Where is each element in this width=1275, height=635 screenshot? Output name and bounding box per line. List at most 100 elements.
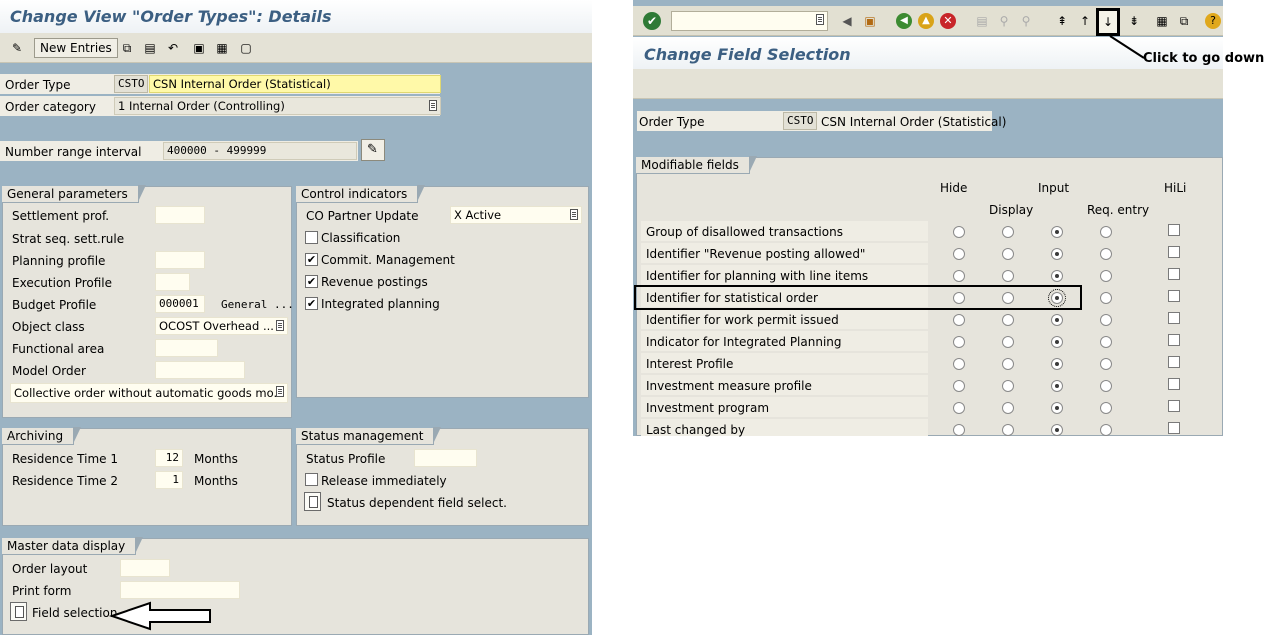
status-profile-field[interactable] bbox=[414, 449, 477, 467]
input-radio[interactable] bbox=[1051, 248, 1063, 260]
new-entries-button[interactable]: New Entries bbox=[34, 38, 118, 58]
order-category-field[interactable]: 1 Internal Order (Controlling) bbox=[114, 97, 441, 115]
functional-area-field[interactable] bbox=[155, 339, 218, 357]
hili-checkbox[interactable] bbox=[1168, 290, 1180, 302]
display-radio[interactable] bbox=[1002, 226, 1014, 238]
hide-radio[interactable] bbox=[953, 226, 965, 238]
hili-checkbox[interactable] bbox=[1168, 334, 1180, 346]
model-order-field[interactable] bbox=[155, 361, 245, 379]
display-change-icon[interactable]: ✎ bbox=[8, 39, 26, 57]
hili-checkbox[interactable] bbox=[1168, 378, 1180, 390]
exit-icon[interactable]: ▲ bbox=[918, 13, 934, 29]
cancel-icon[interactable]: ✕ bbox=[940, 13, 956, 29]
req-entry-radio[interactable] bbox=[1100, 248, 1112, 260]
hide-radio[interactable] bbox=[953, 248, 965, 260]
input-radio[interactable] bbox=[1051, 380, 1063, 392]
display-radio[interactable] bbox=[1002, 314, 1014, 326]
input-radio[interactable] bbox=[1051, 358, 1063, 370]
object-class-field[interactable]: OCOST Overhead ... bbox=[155, 317, 288, 335]
classification-checkbox[interactable] bbox=[305, 231, 318, 244]
execution-profile-field[interactable] bbox=[155, 273, 190, 291]
hide-radio[interactable] bbox=[953, 336, 965, 348]
save-icon[interactable]: ▣ bbox=[861, 12, 879, 30]
settlement-prof-field[interactable] bbox=[155, 206, 205, 224]
select-all-icon[interactable]: ▣ bbox=[190, 39, 208, 57]
hili-checkbox[interactable] bbox=[1168, 224, 1180, 236]
req-entry-radio[interactable] bbox=[1100, 314, 1112, 326]
first-page-icon[interactable]: ⇞ bbox=[1053, 12, 1071, 30]
req-entry-radio[interactable] bbox=[1100, 270, 1112, 282]
hili-checkbox[interactable] bbox=[1168, 312, 1180, 324]
hili-checkbox[interactable] bbox=[1168, 268, 1180, 280]
create-session-icon[interactable]: ▦ bbox=[1153, 12, 1171, 30]
hili-checkbox[interactable] bbox=[1168, 246, 1180, 258]
value-help-icon[interactable] bbox=[276, 320, 284, 331]
back-icon[interactable]: ◀ bbox=[896, 13, 912, 29]
undo-change-icon[interactable]: ↶ bbox=[164, 39, 182, 57]
input-radio[interactable] bbox=[1051, 424, 1063, 436]
residence-time-1-field[interactable]: 12 bbox=[155, 449, 183, 467]
revenue-postings-checkbox[interactable]: ✔ bbox=[305, 275, 318, 288]
field-selection-label[interactable]: Field selection bbox=[32, 605, 117, 621]
display-radio[interactable] bbox=[1002, 380, 1014, 392]
order-type-text[interactable]: CSN Internal Order (Statistical) bbox=[149, 75, 441, 93]
co-partner-field[interactable]: X Active bbox=[450, 206, 582, 224]
find-icon[interactable]: ⚲ bbox=[995, 12, 1013, 30]
hide-radio[interactable] bbox=[953, 402, 965, 414]
value-help-icon[interactable] bbox=[429, 100, 437, 111]
display-radio[interactable] bbox=[1002, 424, 1014, 436]
last-page-icon[interactable]: ⇟ bbox=[1125, 12, 1143, 30]
hili-checkbox[interactable] bbox=[1168, 422, 1180, 434]
select-block-icon[interactable]: ▦ bbox=[213, 39, 231, 57]
req-entry-radio[interactable] bbox=[1100, 424, 1112, 436]
residence-time-2-field[interactable]: 1 bbox=[155, 471, 183, 489]
input-radio[interactable] bbox=[1051, 270, 1063, 282]
req-entry-radio[interactable] bbox=[1100, 336, 1112, 348]
integrated-planning-checkbox[interactable]: ✔ bbox=[305, 297, 318, 310]
release-immediately-checkbox[interactable] bbox=[305, 473, 318, 486]
display-radio[interactable] bbox=[1002, 248, 1014, 260]
right-order-type-code[interactable]: CSTO bbox=[783, 112, 817, 130]
deselect-all-icon[interactable]: ▢ bbox=[237, 39, 255, 57]
input-radio[interactable] bbox=[1051, 402, 1063, 414]
number-range-edit-button[interactable]: ✎ bbox=[361, 139, 385, 161]
hide-radio[interactable] bbox=[953, 270, 965, 282]
command-dropdown-icon[interactable] bbox=[816, 14, 824, 25]
req-entry-radio[interactable] bbox=[1100, 402, 1112, 414]
input-radio[interactable] bbox=[1051, 336, 1063, 348]
budget-profile-field[interactable]: 000001 bbox=[155, 295, 205, 313]
input-radio[interactable] bbox=[1051, 314, 1063, 326]
previous-page-icon[interactable]: ↑ bbox=[1076, 12, 1094, 30]
help-icon[interactable]: ? bbox=[1205, 13, 1221, 29]
req-entry-radio[interactable] bbox=[1100, 380, 1112, 392]
hide-radio[interactable] bbox=[953, 358, 965, 370]
collapse-icon[interactable]: ◀ bbox=[838, 12, 856, 30]
hide-radio[interactable] bbox=[953, 424, 965, 436]
status-dependent-button[interactable] bbox=[304, 492, 321, 511]
value-help-icon[interactable] bbox=[276, 386, 284, 397]
display-radio[interactable] bbox=[1002, 402, 1014, 414]
order-type-code[interactable]: CSTO bbox=[114, 75, 148, 93]
req-entry-radio[interactable] bbox=[1100, 358, 1112, 370]
order-layout-field[interactable] bbox=[120, 559, 170, 577]
hide-radio[interactable] bbox=[953, 314, 965, 326]
hili-checkbox[interactable] bbox=[1168, 400, 1180, 412]
display-radio[interactable] bbox=[1002, 358, 1014, 370]
planning-profile-field[interactable] bbox=[155, 251, 205, 269]
field-selection-button[interactable] bbox=[10, 602, 27, 621]
req-entry-radio[interactable] bbox=[1100, 292, 1112, 304]
number-range-field[interactable]: 400000 - 499999 bbox=[163, 142, 357, 160]
display-radio[interactable] bbox=[1002, 336, 1014, 348]
req-entry-radio[interactable] bbox=[1100, 226, 1112, 238]
hili-checkbox[interactable] bbox=[1168, 356, 1180, 368]
commit-management-checkbox[interactable]: ✔ bbox=[305, 253, 318, 266]
print-form-field[interactable] bbox=[120, 581, 240, 599]
command-field[interactable] bbox=[671, 11, 828, 31]
collective-order-dropdown[interactable]: Collective order without automatic goods… bbox=[10, 383, 288, 403]
hide-radio[interactable] bbox=[953, 380, 965, 392]
delete-icon[interactable]: ▤ bbox=[141, 39, 159, 57]
print-icon[interactable]: ▤ bbox=[973, 12, 991, 30]
display-radio[interactable] bbox=[1002, 270, 1014, 282]
shortcut-icon[interactable]: ⧉ bbox=[1175, 12, 1193, 30]
enter-icon[interactable]: ✔ bbox=[643, 12, 661, 30]
